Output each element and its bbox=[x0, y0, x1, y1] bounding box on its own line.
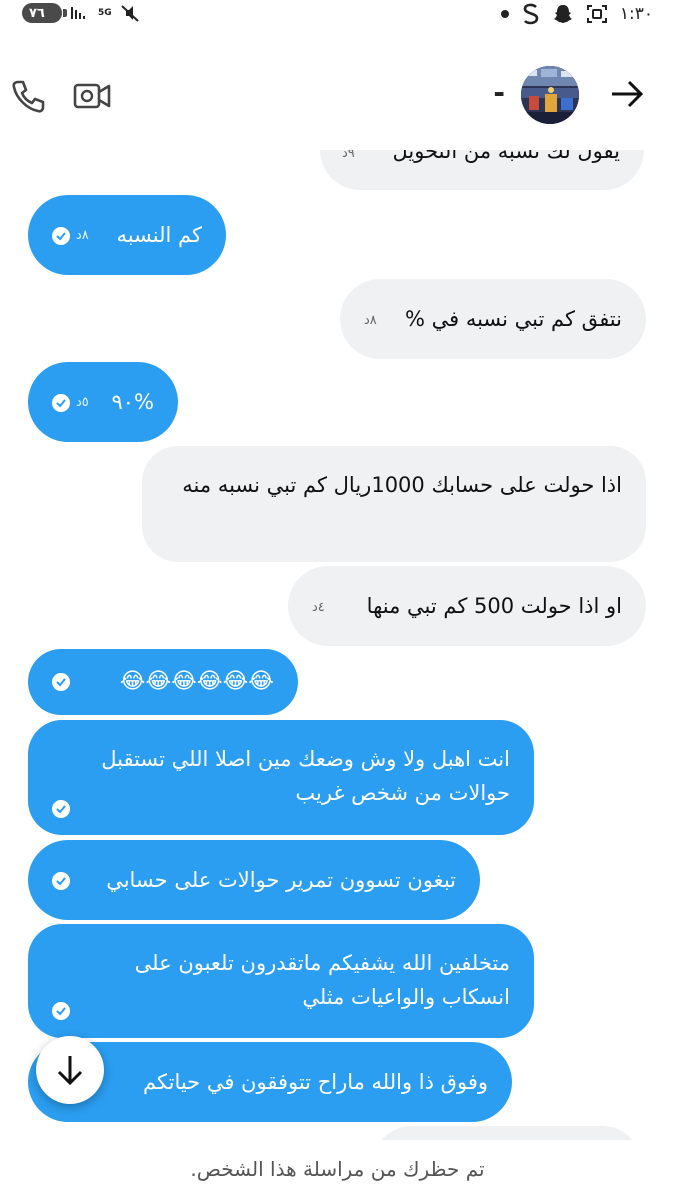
message-meta: ٥د bbox=[52, 394, 89, 412]
read-check-icon bbox=[52, 227, 70, 245]
message-incoming[interactable]: اذا حولت على حسابك 1000ريال كم تبي نسبه … bbox=[142, 446, 646, 562]
time-label: ٥د bbox=[76, 395, 89, 410]
message-outgoing[interactable]: متخلفين الله يشفيكم ماتقدرون تلعبون على … bbox=[28, 924, 534, 1038]
status-bar: ٧٦ 5G ١:٣٠ bbox=[0, 0, 675, 28]
time-label: ٩د bbox=[342, 150, 355, 161]
time-label: ٨د bbox=[364, 313, 377, 328]
message-text: %٩٠ bbox=[111, 390, 154, 414]
message-text: نتفق كم تبي نسبه في % bbox=[404, 307, 622, 331]
message-meta bbox=[52, 872, 70, 890]
message-outgoing[interactable]: 😂😂😂😂😂😂 bbox=[28, 649, 298, 715]
screenshot-icon bbox=[586, 5, 607, 23]
read-check-icon bbox=[52, 872, 70, 890]
clock: ١:٣٠ bbox=[619, 4, 653, 24]
message-text: وفوق ذا والله ماراح تتوفقون في حياتكم bbox=[143, 1070, 488, 1094]
video-call-icon[interactable] bbox=[72, 76, 112, 116]
back-arrow-icon[interactable] bbox=[609, 76, 645, 112]
message-outgoing[interactable]: %٩٠ ٥د bbox=[28, 362, 178, 442]
message-incoming[interactable]: او اذا حولت 500 كم تبي منها ٤د bbox=[288, 566, 646, 646]
message-text: انت اهبل ولا وش وضعك مين اصلا اللي تستقب… bbox=[101, 747, 510, 805]
read-check-icon bbox=[52, 1002, 70, 1020]
time-label: ٤د bbox=[312, 600, 325, 615]
message-incoming[interactable]: نتفق كم تبي نسبه في % ٨د bbox=[340, 279, 646, 359]
mute-icon bbox=[120, 5, 139, 22]
status-right: ١:٣٠ bbox=[500, 3, 653, 25]
battery-level: ٧٦ bbox=[29, 5, 45, 21]
message-meta bbox=[52, 1002, 70, 1020]
blocked-notice: تم حظرك من مراسلة هذا الشخص. bbox=[0, 1140, 675, 1199]
arrow-down-icon bbox=[57, 1056, 83, 1086]
time-label: ٨د bbox=[76, 228, 89, 243]
contact-name[interactable]: - bbox=[493, 76, 505, 109]
signal-icon bbox=[71, 7, 85, 19]
battery-indicator: ٧٦ bbox=[22, 3, 67, 23]
message-time: ٤د bbox=[312, 600, 325, 616]
message-time: ٩د bbox=[342, 150, 355, 162]
message-text: 😂😂😂😂😂😂 bbox=[119, 669, 274, 694]
message-text: يقول لك نسبة من التحويل bbox=[392, 150, 620, 163]
dot-icon bbox=[500, 10, 509, 18]
message-time: ٨د bbox=[364, 313, 377, 329]
phone-icon[interactable] bbox=[8, 76, 48, 116]
message-outgoing[interactable]: كم النسبه ٨د bbox=[28, 195, 226, 275]
status-left: ٧٦ 5G bbox=[22, 3, 140, 23]
message-meta bbox=[52, 673, 70, 691]
read-check-icon bbox=[52, 673, 70, 691]
scroll-to-bottom-button[interactable] bbox=[36, 1036, 104, 1104]
chat-header: - bbox=[0, 56, 675, 136]
avatar-image bbox=[521, 66, 579, 124]
message-text: اذا حولت على حسابك 1000ريال كم تبي نسبه … bbox=[182, 473, 622, 497]
snapchat-icon bbox=[553, 5, 572, 23]
network-type: 5G bbox=[98, 7, 112, 18]
message-outgoing[interactable]: تبغون تسوون تمرير حوالات على حسابي bbox=[28, 840, 480, 920]
message-meta: ٨د bbox=[52, 227, 89, 245]
read-check-icon bbox=[52, 394, 70, 412]
message-incoming[interactable]: يقول لك نسبة من التحويل ٩د bbox=[320, 150, 644, 190]
message-text: تبغون تسوون تمرير حوالات على حسابي bbox=[106, 868, 456, 892]
message-text: كم النسبه bbox=[116, 223, 202, 247]
read-check-icon bbox=[52, 800, 70, 818]
message-list[interactable]: يقول لك نسبة من التحويل ٩د كم النسبه ٨د … bbox=[0, 150, 675, 1140]
message-incoming-partial[interactable] bbox=[372, 1126, 642, 1140]
message-text: او اذا حولت 500 كم تبي منها bbox=[366, 594, 622, 618]
message-meta bbox=[52, 800, 70, 818]
avatar[interactable] bbox=[521, 66, 579, 124]
message-outgoing[interactable]: انت اهبل ولا وش وضعك مين اصلا اللي تستقب… bbox=[28, 720, 534, 835]
blocked-notice-text: تم حظرك من مراسلة هذا الشخص. bbox=[190, 1157, 485, 1181]
s-icon bbox=[523, 3, 539, 25]
message-text: متخلفين الله يشفيكم ماتقدرون تلعبون على … bbox=[134, 951, 510, 1009]
